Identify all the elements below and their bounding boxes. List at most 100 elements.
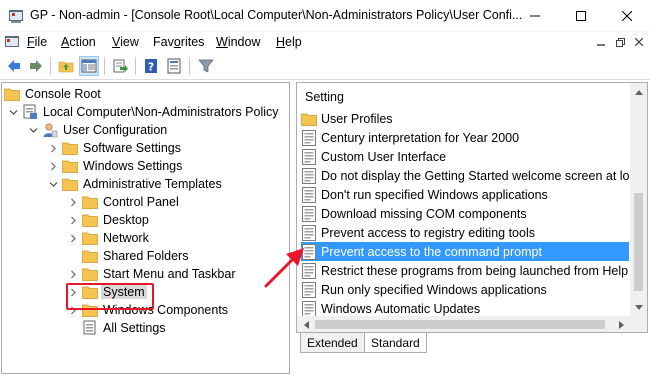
list-item-setting[interactable]: Run only specified Windows applications (301, 280, 629, 299)
console-document-icon[interactable] (4, 34, 20, 50)
chevron-down-icon[interactable] (6, 105, 20, 119)
properties-button[interactable] (164, 56, 184, 76)
scroll-down-button[interactable] (630, 299, 647, 316)
list-item-setting[interactable]: Century interpretation for Year 2000 (301, 128, 629, 147)
menu-help[interactable]: Help (276, 35, 302, 49)
scroll-right-button[interactable] (613, 316, 630, 332)
export-list-icon (113, 59, 128, 73)
tab-standard[interactable]: Standard (364, 333, 427, 353)
folder-icon (82, 230, 98, 246)
tree-node-desktop[interactable]: Desktop (66, 211, 151, 229)
policy-setting-icon (301, 300, 317, 317)
chevron-right-icon[interactable] (66, 195, 80, 209)
tab-extended[interactable]: Extended (300, 333, 365, 353)
filter-button[interactable] (196, 56, 216, 76)
menu-favorites[interactable]: Favorites (153, 35, 204, 49)
folder-icon (82, 194, 98, 210)
horizontal-scrollbar[interactable] (297, 316, 630, 332)
folder-icon (62, 176, 78, 192)
title-bar: GP - Non-admin - [Console Root\Local Com… (0, 0, 650, 32)
tree-node-all-settings[interactable]: All Settings (82, 319, 168, 337)
policy-setting-icon (301, 262, 317, 279)
filter-icon (198, 59, 214, 73)
tree-node-administrative-templates[interactable]: Administrative Templates (46, 175, 224, 193)
close-button[interactable] (604, 0, 650, 32)
scroll-left-button[interactable] (297, 316, 314, 332)
list-item-setting[interactable]: Do not display the Getting Started welco… (301, 166, 629, 185)
policy-setting-icon (301, 205, 317, 222)
chevron-down-icon[interactable] (26, 123, 40, 137)
tree-node-local-computer-policy[interactable]: Local Computer\Non-Administrators Policy (6, 103, 281, 121)
minimize-button[interactable] (512, 0, 558, 32)
back-button[interactable] (4, 56, 24, 76)
scroll-up-button[interactable] (630, 83, 647, 100)
chevron-right-icon[interactable] (46, 159, 60, 173)
mdi-restore-button[interactable] (611, 34, 629, 50)
vertical-scroll-thumb[interactable] (634, 193, 643, 291)
tree-node-shared-folders[interactable]: Shared Folders (82, 247, 190, 265)
all-settings-icon (82, 320, 98, 336)
forward-button[interactable] (26, 56, 46, 76)
folder-icon (62, 158, 78, 174)
policy-icon (22, 104, 38, 120)
folder-icon (82, 248, 98, 264)
column-header-setting[interactable]: Setting (297, 83, 629, 109)
policy-setting-icon (301, 167, 317, 184)
mdi-close-button[interactable] (630, 34, 648, 50)
menu-view[interactable]: View (112, 35, 139, 49)
group-policy-app-icon (9, 10, 23, 23)
maximize-button[interactable] (558, 0, 604, 32)
tree-node-control-panel[interactable]: Control Panel (66, 193, 181, 211)
policy-setting-icon (301, 129, 317, 146)
show-hide-tree-icon (81, 59, 97, 73)
tree-node-console-root[interactable]: Console Root (4, 85, 103, 103)
list-item-setting[interactable]: Restrict these programs from being launc… (301, 261, 629, 280)
mdi-minimize-button[interactable] (592, 34, 610, 50)
chevron-right-icon[interactable] (46, 141, 60, 155)
console-tree-pane[interactable]: Console Root Local Computer\Non-Administ… (1, 82, 290, 374)
list-item-setting[interactable]: Custom User Interface (301, 147, 629, 166)
tree-node-start-menu-and-taskbar[interactable]: Start Menu and Taskbar (66, 265, 237, 283)
menu-bar: File Action View Favorites Window Help (0, 32, 650, 52)
annotation-highlight-box (66, 283, 154, 310)
tree-node-software-settings[interactable]: Software Settings (46, 139, 183, 157)
toolbar: ? (0, 52, 650, 80)
back-arrow-icon (8, 60, 20, 72)
list-item-user-profiles[interactable]: User Profiles (301, 109, 629, 128)
restore-icon (615, 37, 625, 47)
menu-action[interactable]: Action (61, 35, 96, 49)
list-item-setting[interactable]: Download missing COM components (301, 204, 629, 223)
folder-icon (82, 266, 98, 282)
chevron-right-icon (618, 320, 624, 329)
chevron-right-icon[interactable] (66, 213, 80, 227)
list-item-setting[interactable]: Don't run specified Windows applications (301, 185, 629, 204)
list-item-setting[interactable]: Prevent access to registry editing tools (301, 223, 629, 242)
chevron-up-icon (634, 89, 643, 95)
view-tabs: Extended Standard (296, 333, 648, 355)
menu-file[interactable]: File (27, 35, 47, 49)
policy-setting-icon (301, 186, 317, 203)
help-button[interactable]: ? (141, 56, 161, 76)
toolbar-separator (50, 57, 51, 75)
scrollbar-corner (630, 316, 647, 332)
minimize-icon (597, 44, 605, 46)
export-list-button[interactable] (110, 56, 130, 76)
list-item-setting-selected[interactable]: Prevent access to the command prompt (301, 242, 629, 261)
chevron-right-icon[interactable] (66, 267, 80, 281)
vertical-scrollbar[interactable] (630, 83, 647, 316)
menu-window[interactable]: Window (216, 35, 260, 49)
policy-setting-icon (301, 243, 317, 260)
tree-node-user-configuration[interactable]: User Configuration (26, 121, 169, 139)
up-one-level-button[interactable] (56, 56, 76, 76)
toolbar-separator (189, 57, 190, 75)
show-hide-console-tree-button[interactable] (79, 56, 99, 76)
chevron-right-icon[interactable] (66, 231, 80, 245)
chevron-down-icon[interactable] (46, 177, 60, 191)
tree-node-network[interactable]: Network (66, 229, 151, 247)
horizontal-scroll-thumb[interactable] (315, 320, 605, 329)
forward-arrow-icon (30, 60, 42, 72)
toolbar-separator (135, 57, 136, 75)
tree-node-windows-settings[interactable]: Windows Settings (46, 157, 184, 175)
policy-setting-icon (301, 281, 317, 298)
settings-list-pane[interactable]: Setting User Profiles Century interpreta… (296, 82, 648, 333)
